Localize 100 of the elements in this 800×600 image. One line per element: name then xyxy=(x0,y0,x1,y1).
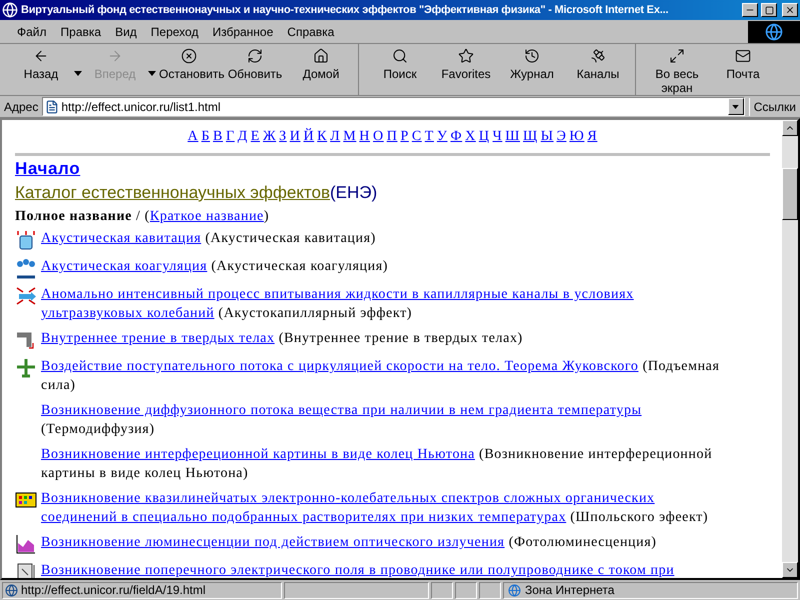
page-icon xyxy=(45,100,60,114)
letter-link[interactable]: З xyxy=(279,126,287,147)
effect-entry[interactable]: Возникновение поперечного электрического поля в проводнике или полупроводнике с током при xyxy=(41,561,725,578)
toolbar-button[interactable]: Каналы xyxy=(565,44,631,81)
letter-link[interactable]: Щ xyxy=(523,126,538,147)
toolbar-button[interactable]: Журнал xyxy=(499,44,565,81)
scroll-thumb[interactable] xyxy=(782,168,798,220)
letter-link[interactable]: Ч xyxy=(492,126,502,147)
letter-link[interactable]: Ж xyxy=(262,126,276,147)
address-field[interactable]: http://effect.unicor.ru/list1.html xyxy=(42,97,745,116)
arrows-icon xyxy=(15,285,37,307)
history-icon xyxy=(524,48,540,64)
catalog-abbreviation: (ЕНЭ) xyxy=(330,182,378,204)
scrollbar[interactable] xyxy=(782,120,798,578)
letter-link[interactable]: Б xyxy=(201,126,210,147)
letter-link[interactable]: Ф xyxy=(450,126,462,147)
effect-entry[interactable]: Возникновение люминесценции под действием оптического излучения (Фотолюминесценция) xyxy=(41,533,725,552)
mail-icon xyxy=(735,48,751,64)
letter-link[interactable]: Я xyxy=(587,126,598,147)
page-icon xyxy=(5,584,18,596)
menu-item[interactable]: Вид xyxy=(108,22,144,40)
device-icon xyxy=(15,561,37,578)
home-link[interactable]: Начало xyxy=(15,159,80,178)
letter-link[interactable]: Э xyxy=(556,126,566,147)
effect-entry[interactable]: Возникновение интерфереционной картины в виде колец Ньютона (Возникновение интерфереционной картины в виде колец Ньютона) xyxy=(41,445,725,483)
toolbar-button[interactable]: Остановить xyxy=(156,44,222,81)
menu-item[interactable]: Файл xyxy=(10,22,54,40)
letter-link[interactable]: Л xyxy=(330,126,340,147)
star-icon xyxy=(458,48,474,64)
satellite-icon xyxy=(590,48,606,64)
effect-entry[interactable]: Воздействие поступательного потока с циркуляцией скорости на тело. Теорема Жуковского (Подъемная сила) xyxy=(41,357,725,395)
dropdown-button[interactable] xyxy=(728,98,744,115)
letter-link[interactable]: Г xyxy=(226,126,235,147)
beaker-icon xyxy=(15,229,37,251)
menu-item[interactable]: Избранное xyxy=(205,22,280,40)
letter-link[interactable]: О xyxy=(373,126,384,147)
letter-link[interactable]: У xyxy=(436,126,448,147)
scroll-up-button[interactable] xyxy=(782,120,798,136)
toolbar-button[interactable]: Поиск xyxy=(367,44,433,81)
letter-link[interactable]: Д xyxy=(238,126,248,147)
toolbar-button[interactable]: Домой xyxy=(288,44,354,81)
forward-arrow-icon xyxy=(107,48,123,64)
menu-item[interactable]: Правка xyxy=(54,22,108,40)
letter-link[interactable]: К xyxy=(317,126,328,147)
close-icon xyxy=(785,5,795,15)
minimize-button[interactable] xyxy=(742,3,758,17)
airplane-icon xyxy=(15,357,37,379)
catalog-link[interactable]: Каталог естественнонаучных эффектов xyxy=(15,182,330,204)
scroll-down-button[interactable] xyxy=(782,562,798,578)
toolbar-button[interactable]: Назад xyxy=(8,44,74,81)
toolbar-button[interactable]: Почта xyxy=(710,44,776,81)
letter-link[interactable]: Ы xyxy=(540,126,554,147)
letter-link[interactable]: В xyxy=(212,126,223,147)
legend-label: Полное название xyxy=(15,208,132,226)
letter-link[interactable]: Ц xyxy=(478,126,490,147)
window-title: Виртуальный фонд естественнонаучных и научно-технических эффектов "Эффективная физика" - Microsoft Internet Ex... xyxy=(21,2,668,18)
letter-link[interactable]: Р xyxy=(400,126,409,147)
legend-separator: / ( xyxy=(135,208,150,226)
stop-icon xyxy=(181,48,197,64)
letter-link[interactable]: Н xyxy=(359,126,370,147)
effect-entry[interactable]: Возникновение квазилинейчатых электронно-колебательных спектров сложных органических соединений в специально подобранных растворителях при низких температурах (Шпольского эфеект) xyxy=(41,489,725,527)
letter-link[interactable]: С xyxy=(412,126,422,147)
status-pane xyxy=(479,582,501,598)
menu-item[interactable]: Справка xyxy=(280,22,342,40)
dropdown-arrow-icon[interactable] xyxy=(74,71,82,76)
chart-icon xyxy=(15,533,37,555)
home-icon xyxy=(313,48,329,64)
letter-link[interactable]: А xyxy=(188,126,198,147)
close-button[interactable] xyxy=(782,3,798,17)
letter-link[interactable]: Й xyxy=(303,126,314,147)
status-url-pane: http://effect.unicor.ru/fieldA/19.html xyxy=(2,582,282,598)
letter-link[interactable]: Ш xyxy=(505,126,520,147)
letter-link[interactable]: Ю xyxy=(569,126,584,147)
letter-link[interactable]: И xyxy=(290,126,300,147)
letter-link[interactable]: Е xyxy=(250,126,260,147)
drops-icon xyxy=(15,257,37,279)
effect-entry[interactable]: Возникновение диффузионного потока вещества при наличии в нем градиента температуры (Термодиффузия) xyxy=(41,401,725,439)
letter-link[interactable]: П xyxy=(386,126,398,147)
browser-icon xyxy=(2,2,18,18)
menu-item[interactable]: Переход xyxy=(144,22,206,40)
refresh-icon xyxy=(247,48,263,64)
letter-link[interactable]: Х xyxy=(465,126,476,147)
maximize-icon xyxy=(764,6,774,14)
status-pane xyxy=(431,582,453,598)
browser-logo xyxy=(748,20,800,42)
search-icon xyxy=(392,48,408,64)
effect-entry[interactable]: Акустическая коагуляция (Акустическая коагуляция) xyxy=(41,257,725,276)
effect-entry[interactable]: Аномально интенсивный процесс впитывания жидкости в капиллярные каналы в условиях ультразвуковых колебаний (Акустокапиллярный эффект) xyxy=(41,285,725,323)
toolbar-button[interactable]: Во весь экран xyxy=(644,44,710,95)
letter-link[interactable]: Т xyxy=(424,126,434,147)
effect-entry[interactable]: Акустическая кавитация (Акустическая кавитация) xyxy=(41,229,725,248)
links-label[interactable]: Ссылки xyxy=(748,98,796,116)
globe-icon xyxy=(508,584,521,596)
status-zone-pane: Зона Интернета xyxy=(503,582,798,598)
maximize-button[interactable] xyxy=(761,3,777,17)
effect-entry[interactable]: Внутреннее трение в твердых телах (Внутреннее трение в твердых телах) xyxy=(41,329,725,348)
toolbar-button[interactable]: Favorites xyxy=(433,44,499,81)
short-name-link[interactable]: Краткое название xyxy=(150,206,264,227)
letter-link[interactable]: М xyxy=(343,126,356,147)
status-pane xyxy=(455,582,477,598)
